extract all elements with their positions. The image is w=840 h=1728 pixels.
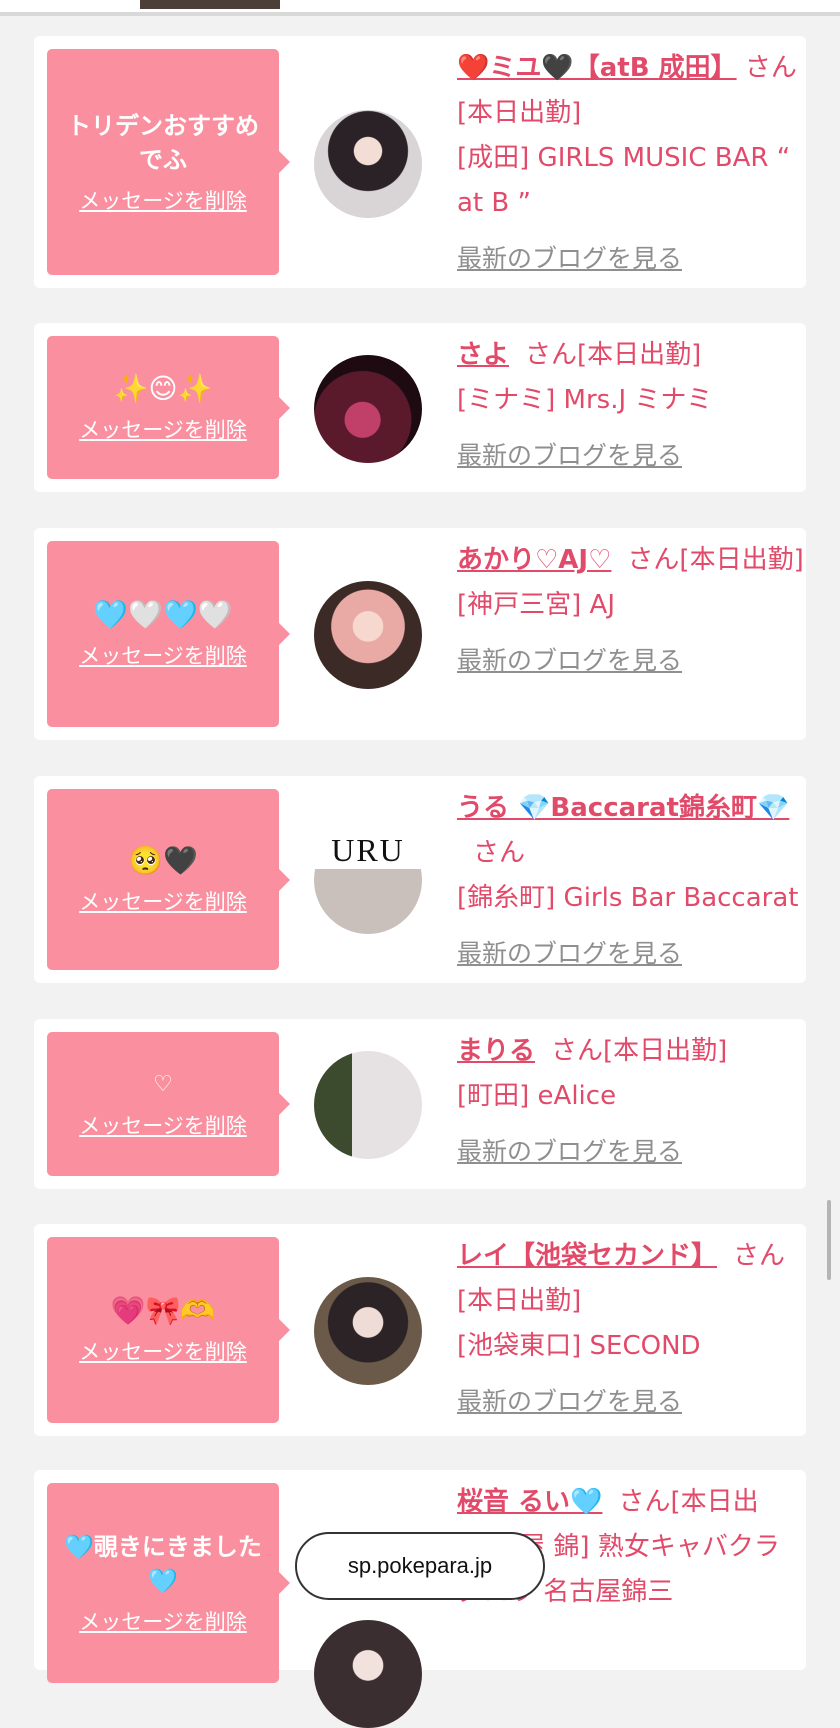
shop-name: [錦糸町] Girls Bar Baccarat [457,883,799,913]
scrollbar-thumb[interactable] [827,1200,831,1280]
avatar[interactable] [314,1277,422,1385]
avatar[interactable] [314,110,422,218]
active-tab-indicator[interactable] [140,0,280,9]
cast-name-link[interactable]: まりる [457,1036,535,1066]
top-nav-bar [0,0,840,16]
shop-name: [町田] eAlice [457,1081,617,1111]
cast-status: さん [473,838,526,868]
message-card: 🩵🤍🩵🤍 メッセージを削除 あかり♡AJ♡ さん[本日出勤] [神戸三宮] AJ … [34,528,806,740]
message-bubble: 🥺🖤 メッセージを削除 [47,789,290,970]
message-bubble: 💗🎀🫶 メッセージを削除 [47,1237,290,1423]
latest-blog-link[interactable]: 最新のブログを見る [457,236,807,281]
message-text: 🩵🤍🩵🤍 [93,598,233,631]
message-text: 💗🎀🫶 [110,1294,216,1327]
message-card: トリデンおすすめでふ メッセージを削除 ❤️ミユ🖤【atB 成田】 さん[本日出… [34,36,806,288]
delete-message-link[interactable]: メッセージを削除 [79,414,247,444]
shop-name: [成田] GIRLS MUSIC BAR “ at B ” [457,143,791,218]
avatar[interactable]: URU [314,826,422,934]
avatar[interactable] [314,581,422,689]
browser-url-bar[interactable]: sp.pokepara.jp [295,1532,545,1600]
cast-name-link[interactable]: ❤️ミユ🖤【atB 成田】 [457,53,737,83]
latest-blog-link[interactable]: 最新のブログを見る [457,433,807,478]
message-card: 🥺🖤 メッセージを削除 URU うる 💎Baccarat錦糸町💎 さん [錦糸町]… [34,776,806,983]
message-card: 💗🎀🫶 メッセージを削除 レイ【池袋セカンド】 さん[本日出勤] [池袋東口] S… [34,1224,806,1436]
latest-blog-link[interactable]: 最新のブログを見る [457,1379,807,1424]
message-bubble: トリデンおすすめでふ メッセージを削除 [47,49,290,275]
url-text: sp.pokepara.jp [347,1553,493,1578]
cast-status: さん[本日出勤] [525,340,702,370]
message-text: ♡ [153,1072,173,1097]
avatar[interactable] [314,1620,422,1728]
message-bubble: ✨😊✨ メッセージを削除 [47,336,290,479]
latest-blog-link[interactable]: 最新のブログを見る [457,931,807,976]
delete-message-link[interactable]: メッセージを削除 [79,185,247,215]
shop-name: [神戸三宮] AJ [457,590,616,620]
message-text: 🩵覗きにきました🩵 [64,1533,262,1595]
delete-message-link[interactable]: メッセージを削除 [79,640,247,670]
cast-name-link[interactable]: うる 💎Baccarat錦糸町💎 [457,793,789,823]
cast-status: さん[本日出勤] [627,545,804,575]
message-bubble: 🩵🤍🩵🤍 メッセージを削除 [47,541,290,727]
cast-name-link[interactable]: レイ【池袋セカンド】 [457,1241,717,1271]
latest-blog-link[interactable]: 最新のブログを見る [457,638,807,683]
delete-message-link[interactable]: メッセージを削除 [79,1336,247,1366]
avatar-logo-text: URU [331,832,405,868]
message-card: ✨😊✨ メッセージを削除 さよ さん[本日出勤] [ミナミ] Mrs.J ミナミ … [34,323,806,492]
delete-message-link[interactable]: メッセージを削除 [79,1110,247,1140]
message-text: ✨😊✨ [113,371,213,405]
message-text: 🥺🖤 [128,843,198,877]
avatar[interactable] [314,1051,422,1159]
cast-status: さん[本日出 [618,1487,759,1517]
shop-name: [ミナミ] Mrs.J ミナミ [457,385,713,415]
cast-status: さん[本日出勤] [551,1036,728,1066]
latest-blog-link[interactable]: 最新のブログを見る [457,1129,807,1174]
message-card: ♡ メッセージを削除 まりる さん[本日出勤] [町田] eAlice 最新のブロ… [34,1019,806,1189]
delete-message-link[interactable]: メッセージを削除 [79,886,247,916]
message-bubble: 🩵覗きにきました🩵 メッセージを削除 [47,1483,290,1683]
cast-name-link[interactable]: あかり♡AJ♡ [457,545,611,575]
cast-name-link[interactable]: さよ [457,340,509,370]
avatar[interactable] [314,355,422,463]
message-bubble: ♡ メッセージを削除 [47,1032,290,1176]
cast-name-link[interactable]: 桜音 るい🩵 [457,1487,602,1517]
message-text: トリデンおすすめでふ [67,112,259,174]
shop-name: [池袋東口] SECOND [457,1331,701,1361]
